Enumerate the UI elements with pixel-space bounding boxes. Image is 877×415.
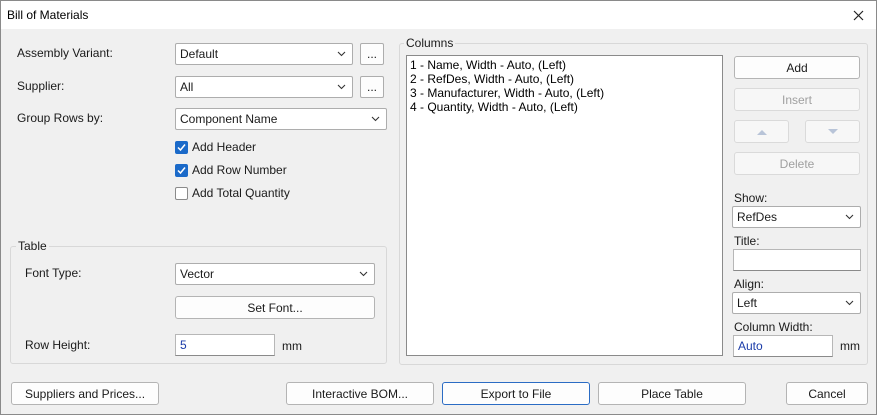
columns-list[interactable]: 1 - Name, Width - Auto, (Left) 2 - RefDe… xyxy=(406,55,723,356)
add-header-checkbox[interactable]: Add Header xyxy=(175,139,256,155)
place-table-button[interactable]: Place Table xyxy=(598,382,746,405)
insert-column-button[interactable]: Insert xyxy=(734,88,860,111)
chevron-down-icon xyxy=(337,51,346,57)
font-type-label: Font Type: xyxy=(25,266,82,280)
assembly-variant-select[interactable]: Default xyxy=(175,43,353,65)
cancel-button[interactable]: Cancel xyxy=(786,382,868,405)
title-label: Title: xyxy=(734,234,760,248)
arrow-down-icon xyxy=(827,128,838,134)
group-rows-label: Group Rows by: xyxy=(17,111,104,125)
supplier-value: All xyxy=(180,80,194,94)
show-label: Show: xyxy=(734,191,768,205)
chevron-down-icon xyxy=(359,271,368,277)
row-height-input[interactable]: 5 xyxy=(175,334,275,356)
align-label: Align: xyxy=(734,277,765,291)
checkbox-unchecked-icon xyxy=(175,186,188,200)
add-total-quantity-checkbox[interactable]: Add Total Quantity xyxy=(175,185,290,201)
align-value: Left xyxy=(737,296,758,310)
add-column-button[interactable]: Add xyxy=(734,56,860,79)
close-icon xyxy=(853,10,863,20)
font-type-select[interactable]: Vector xyxy=(175,263,375,285)
arrow-up-icon xyxy=(756,129,767,135)
columns-group-label: Columns xyxy=(404,36,456,50)
supplier-select[interactable]: All xyxy=(175,76,353,98)
chevron-down-icon xyxy=(845,300,854,306)
chevron-down-icon xyxy=(371,116,380,122)
export-to-file-button[interactable]: Export to File xyxy=(442,382,590,405)
add-total-quantity-label: Add Total Quantity xyxy=(192,186,290,200)
window-title: Bill of Materials xyxy=(7,8,89,22)
supplier-browse-button[interactable]: ... xyxy=(360,76,384,98)
interactive-bom-button[interactable]: Interactive BOM... xyxy=(286,382,434,405)
list-item[interactable]: 2 - RefDes, Width - Auto, (Left) xyxy=(410,72,719,86)
column-width-label: Column Width: xyxy=(734,320,813,334)
list-item[interactable]: 1 - Name, Width - Auto, (Left) xyxy=(410,58,719,72)
move-up-button[interactable] xyxy=(734,120,789,143)
list-item[interactable]: 3 - Manufacturer, Width - Auto, (Left) xyxy=(410,86,719,100)
title-bar: Bill of Materials xyxy=(1,1,876,29)
chevron-down-icon xyxy=(337,84,346,90)
checkbox-checked-icon xyxy=(175,140,188,154)
delete-column-button[interactable]: Delete xyxy=(734,152,860,175)
bom-dialog: Bill of Materials Assembly Variant: Defa… xyxy=(0,0,877,415)
close-button[interactable] xyxy=(840,1,876,29)
add-row-number-label: Add Row Number xyxy=(192,163,287,177)
align-select[interactable]: Left xyxy=(732,292,861,314)
chevron-down-icon xyxy=(845,214,854,220)
font-type-value: Vector xyxy=(180,267,215,281)
column-width-unit: mm xyxy=(840,339,860,353)
supplier-label: Supplier: xyxy=(17,79,65,93)
set-font-button[interactable]: Set Font... xyxy=(175,296,375,319)
list-item[interactable]: 4 - Quantity, Width - Auto, (Left) xyxy=(410,100,719,114)
suppliers-and-prices-button[interactable]: Suppliers and Prices... xyxy=(11,382,159,405)
group-rows-select[interactable]: Component Name xyxy=(175,108,387,130)
move-down-button[interactable] xyxy=(805,120,860,143)
title-input[interactable] xyxy=(733,249,861,271)
add-row-number-checkbox[interactable]: Add Row Number xyxy=(175,162,287,178)
show-select[interactable]: RefDes xyxy=(732,206,861,228)
column-width-input[interactable]: Auto xyxy=(733,335,833,357)
add-header-label: Add Header xyxy=(192,140,257,154)
assembly-variant-value: Default xyxy=(180,47,219,61)
checkbox-checked-icon xyxy=(175,163,188,177)
group-rows-value: Component Name xyxy=(180,112,278,126)
row-height-unit: mm xyxy=(282,339,302,353)
assembly-variant-label: Assembly Variant: xyxy=(17,46,113,60)
row-height-label: Row Height: xyxy=(25,338,91,352)
table-group-label: Table xyxy=(16,239,49,253)
assembly-variant-browse-button[interactable]: ... xyxy=(360,43,384,65)
show-value: RefDes xyxy=(737,210,778,224)
